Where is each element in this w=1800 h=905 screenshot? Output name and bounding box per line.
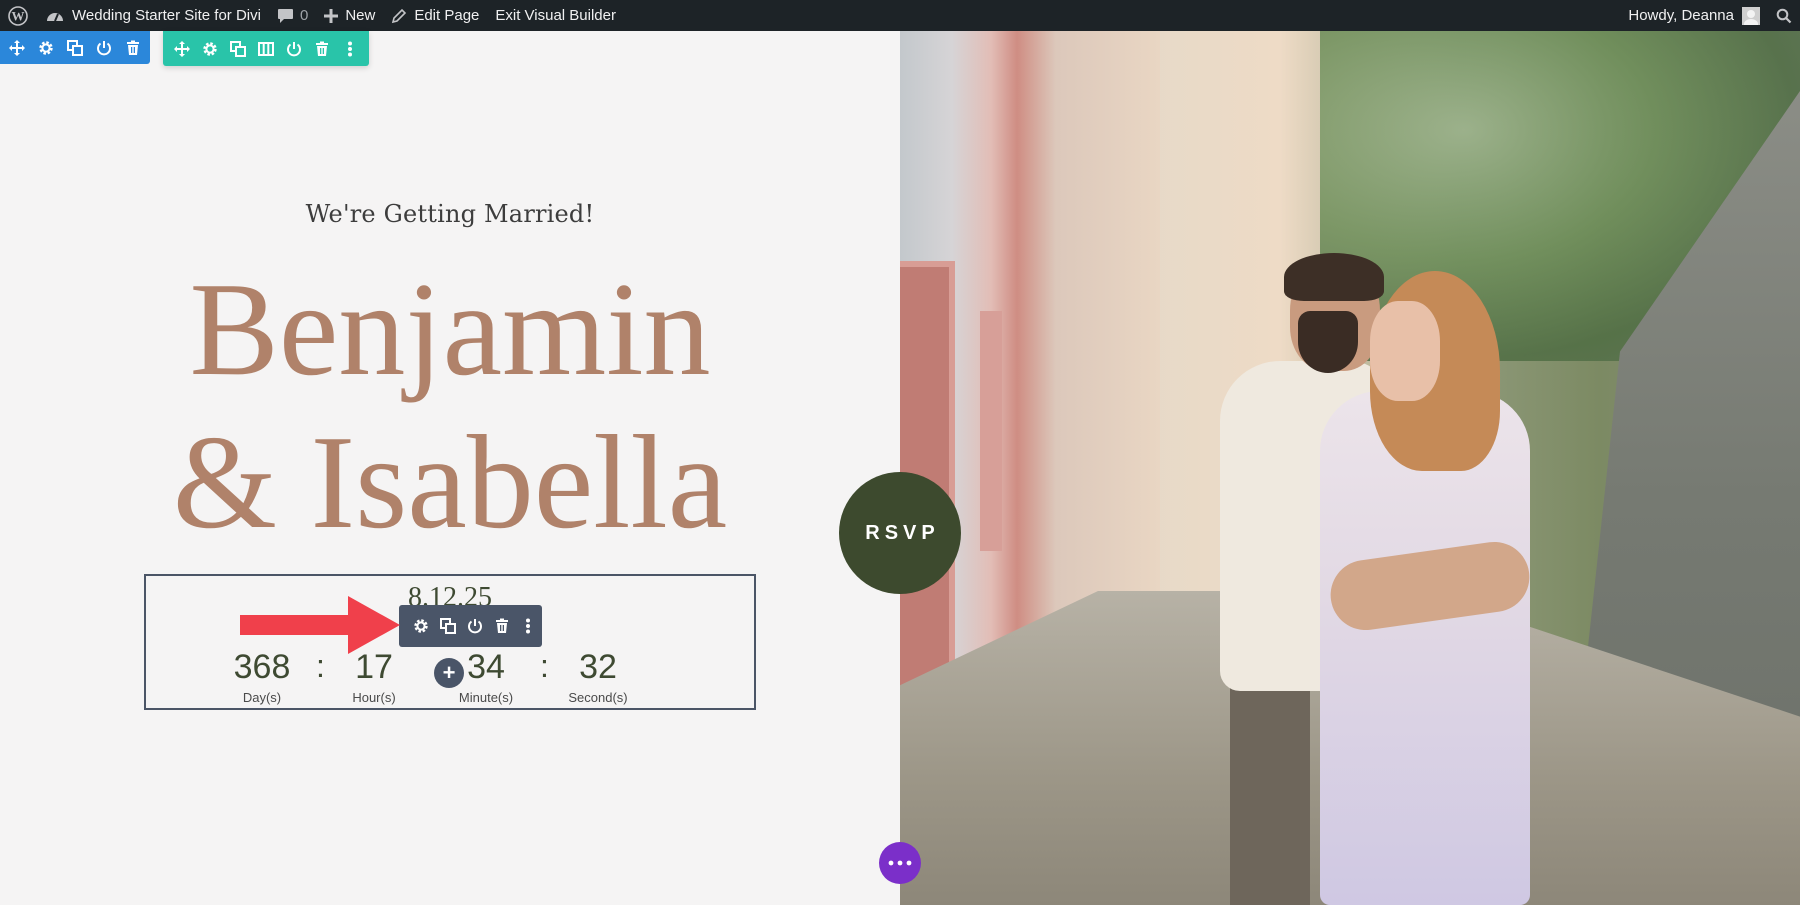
new-content-link[interactable]: New — [316, 0, 383, 31]
wp-admin-bar: W Wedding Starter Site for Divi 0 New Ed… — [0, 0, 1800, 31]
site-name-label: Wedding Starter Site for Divi — [72, 7, 261, 24]
dashboard-icon — [46, 8, 64, 24]
hero-subtitle: We're Getting Married! — [305, 200, 595, 228]
trash-icon[interactable] — [494, 617, 510, 635]
trash-icon[interactable] — [313, 40, 331, 58]
user-account-menu[interactable]: Howdy, Deanna — [1620, 0, 1768, 31]
more-horizontal-icon — [888, 860, 912, 866]
wordpress-logo-icon[interactable]: W — [0, 0, 38, 31]
duplicate-icon[interactable] — [440, 617, 456, 635]
photo-couple — [1220, 231, 1534, 905]
duplicate-icon[interactable] — [66, 39, 84, 57]
arrow-annotation-icon — [240, 596, 400, 659]
more-vertical-icon[interactable] — [341, 40, 359, 58]
couple-name-line2: & Isabella — [172, 408, 728, 556]
search-toggle[interactable] — [1768, 0, 1800, 31]
countdown-minutes-label: Minute(s) — [458, 690, 514, 705]
search-icon — [1776, 8, 1792, 24]
gear-icon[interactable] — [37, 39, 55, 57]
section-toolbar — [0, 31, 150, 64]
more-vertical-icon[interactable] — [521, 617, 534, 635]
row-toolbar — [163, 31, 369, 66]
site-name-link[interactable]: Wedding Starter Site for Divi — [38, 0, 269, 31]
couple-photo — [900, 31, 1800, 905]
add-module-button[interactable]: + — [434, 658, 464, 688]
edit-page-label: Edit Page — [414, 7, 480, 24]
photo-window — [980, 311, 1002, 551]
power-icon[interactable] — [285, 40, 303, 58]
gear-icon[interactable] — [413, 617, 429, 635]
couple-name-line1: Benjamin — [189, 255, 711, 403]
plus-icon — [324, 8, 339, 23]
page-settings-button[interactable] — [879, 842, 921, 884]
comment-icon — [277, 8, 294, 24]
avatar — [1742, 6, 1760, 25]
countdown-days-label: Day(s) — [242, 690, 282, 705]
move-icon[interactable] — [173, 40, 191, 58]
duplicate-icon[interactable] — [229, 40, 247, 58]
rsvp-button[interactable]: RSVP — [839, 472, 961, 594]
countdown-hours-label: Hour(s) — [352, 690, 396, 705]
power-icon[interactable] — [467, 617, 483, 635]
countdown-seconds: 32 Second(s) — [542, 650, 654, 705]
svg-text:W: W — [12, 8, 25, 23]
exit-builder-label: Exit Visual Builder — [495, 7, 616, 24]
greeting-label: Howdy, Deanna — [1628, 7, 1734, 24]
countdown-seconds-value: 32 — [579, 648, 617, 686]
columns-icon[interactable] — [257, 40, 275, 58]
move-icon[interactable] — [8, 39, 26, 57]
gear-icon[interactable] — [201, 40, 219, 58]
edit-page-link[interactable]: Edit Page — [383, 0, 487, 31]
pencil-icon — [391, 8, 407, 24]
module-toolbar — [399, 605, 542, 647]
exit-visual-builder-link[interactable]: Exit Visual Builder — [487, 0, 624, 31]
new-label: New — [345, 7, 376, 24]
comments-link[interactable]: 0 — [269, 0, 316, 31]
power-icon[interactable] — [95, 39, 113, 57]
trash-icon[interactable] — [124, 39, 142, 57]
comments-count: 0 — [299, 7, 309, 24]
countdown-seconds-label: Second(s) — [568, 690, 628, 705]
